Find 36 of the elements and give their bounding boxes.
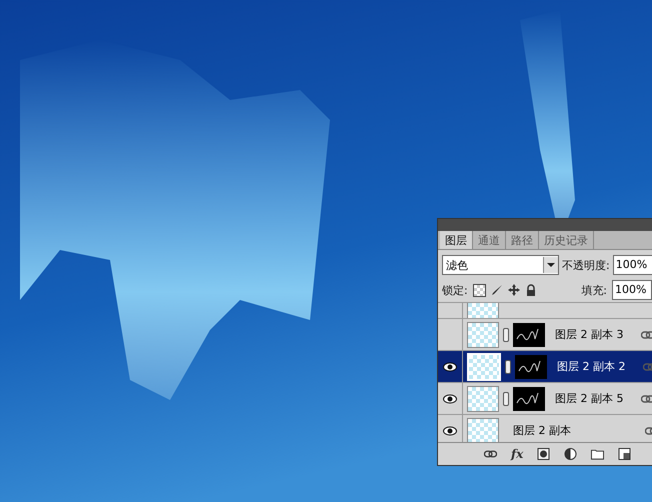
layer-name: 图层 2 副本 2 bbox=[557, 359, 626, 374]
layer-name: 图层 2 副本 bbox=[513, 423, 572, 438]
move-icon[interactable] bbox=[508, 284, 520, 296]
layer-thumbnail bbox=[467, 386, 499, 412]
fill-label: 填充: bbox=[581, 282, 607, 298]
layer-thumbnail bbox=[467, 352, 501, 380]
lock-transparency-icon[interactable] bbox=[472, 284, 486, 296]
panel-tab[interactable]: 图层 bbox=[440, 231, 473, 249]
layer-row[interactable]: 图层 2 副本 2 bbox=[438, 351, 652, 383]
layer-mask-thumbnail bbox=[513, 386, 545, 410]
opacity-label: 不透明度: bbox=[562, 258, 610, 272]
chain-icon bbox=[641, 330, 652, 338]
layer-row[interactable]: 图层 2 副本 3 bbox=[438, 319, 652, 351]
adjustment-icon[interactable] bbox=[564, 448, 578, 460]
layer-style-button[interactable]: fx bbox=[511, 447, 524, 461]
layer-mask-thumbnail bbox=[513, 322, 545, 346]
layer-mask-thumbnail bbox=[515, 354, 547, 378]
eye-icon bbox=[443, 426, 457, 436]
caret-icon bbox=[543, 257, 558, 273]
layer-row[interactable]: 图层 2 副本 5 bbox=[438, 383, 652, 415]
eye-icon bbox=[443, 394, 457, 404]
mask-icon[interactable] bbox=[537, 448, 550, 460]
opacity-field[interactable]: 100% bbox=[612, 255, 652, 275]
folder-icon[interactable] bbox=[591, 448, 604, 460]
layer-name: 图层 2 副本 3 bbox=[555, 327, 624, 342]
chain-icon bbox=[641, 394, 652, 402]
lock-icon[interactable] bbox=[524, 284, 537, 296]
blend-mode-dropdown[interactable]: 滤色 bbox=[442, 255, 559, 275]
link-icon[interactable] bbox=[484, 448, 497, 460]
fill-field[interactable]: 100% bbox=[612, 280, 652, 300]
eye-icon bbox=[443, 362, 457, 372]
layer-name: 图层 2 副本 5 bbox=[555, 391, 624, 406]
lock-label: 锁定: bbox=[442, 282, 468, 298]
brush-icon[interactable] bbox=[490, 284, 503, 296]
layer-thumbnail bbox=[467, 322, 499, 348]
new-layer-icon[interactable] bbox=[618, 448, 632, 460]
